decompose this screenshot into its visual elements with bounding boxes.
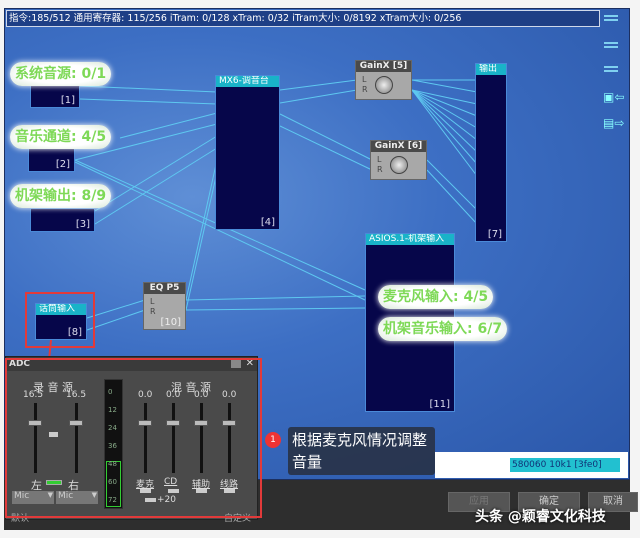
rack-output-block[interactable]: [3] <box>30 208 95 232</box>
block-number: [10] <box>160 317 181 328</box>
gain-knob[interactable] <box>374 76 393 94</box>
gain5-block[interactable]: GainX [5] LR <box>355 60 412 100</box>
callout-text: 根据麦克风情况调整音量 <box>288 427 435 475</box>
output-block[interactable]: 输出 [7] <box>475 63 507 242</box>
block-title: GainX [6] <box>371 141 426 152</box>
tag-rack-output: 机架输出: 8/9 <box>10 184 112 208</box>
gain-knob[interactable] <box>389 156 408 174</box>
tag-music-channel: 音乐通道: 4/5 <box>10 125 112 149</box>
block-number: [3] <box>75 219 90 230</box>
port-label: L <box>377 155 382 164</box>
mic-input-block[interactable]: 话筒输入 [8] <box>35 303 87 340</box>
block-number: [7] <box>487 229 502 240</box>
mx6-mixer-block[interactable]: MX6-调音台 [4] <box>215 75 280 230</box>
eq-p5-block[interactable]: EQ P5 LR [10] <box>143 282 186 330</box>
block-title: MX6-调音台 <box>216 76 279 87</box>
tag-rack-music-input: 机架音乐输入: 6/7 <box>378 317 508 341</box>
port-label: R <box>150 307 156 316</box>
block-number: [4] <box>260 217 275 228</box>
system-source-block[interactable]: [1] <box>30 83 80 108</box>
gain6-block[interactable]: GainX [6] LR <box>370 140 427 180</box>
step-badge: 1 <box>265 432 281 448</box>
port-label: R <box>377 165 383 174</box>
tag-mic-input: 麦克风输入: 4/5 <box>378 285 494 309</box>
block-number: [11] <box>429 399 450 410</box>
port-label: L <box>362 75 367 84</box>
music-channel-block[interactable]: [2] <box>28 148 75 172</box>
port-label: R <box>362 85 368 94</box>
block-title: EQ P5 <box>144 283 185 294</box>
block-title: ASIOS.1-机架输入 <box>366 234 454 245</box>
block-title: 输出 <box>476 64 506 75</box>
block-title: 话筒输入 <box>36 304 86 315</box>
device-info: 580060 10k1 [3fe0] <box>510 458 620 472</box>
tag-system-source: 系统音源: 0/1 <box>10 62 112 86</box>
block-number: [8] <box>67 327 82 338</box>
highlight-box <box>5 358 262 518</box>
block-number: [2] <box>55 159 70 170</box>
watermark: 头条 @颖睿文化科技 <box>475 509 606 525</box>
block-number: [1] <box>60 95 75 106</box>
port-label: L <box>150 297 155 306</box>
block-title: GainX [5] <box>356 61 411 72</box>
